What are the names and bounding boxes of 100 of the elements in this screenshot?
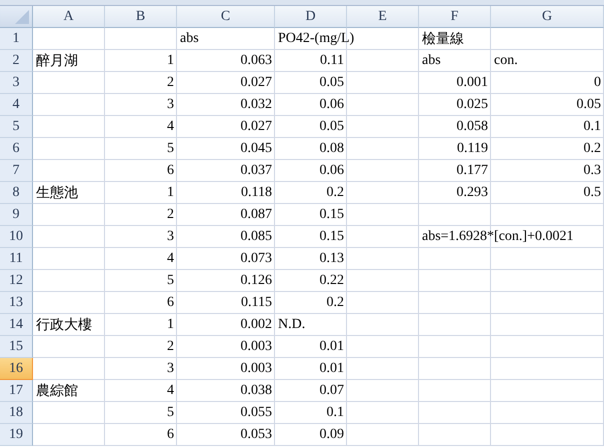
table-cell: 0.085: [240, 229, 272, 245]
table-cell: 0.06: [320, 97, 344, 113]
table-cell: 0.1: [584, 119, 601, 135]
column-header[interactable]: A: [33, 6, 105, 28]
table-cell: 0.032: [240, 97, 272, 113]
column-header[interactable]: F: [419, 6, 491, 28]
table-cell: con.: [494, 53, 518, 69]
row-header[interactable]: 10: [0, 226, 33, 248]
table-cell: 5: [167, 141, 174, 157]
select-all-button[interactable]: [0, 6, 33, 28]
row-header[interactable]: 12: [0, 270, 33, 292]
table-cell: 3: [167, 361, 174, 377]
row-header[interactable]: 16: [0, 358, 33, 380]
table-cell: 0.5: [584, 185, 601, 201]
table-cell: 0.08: [320, 141, 344, 157]
table-cell: 0.003: [240, 339, 272, 355]
row-header[interactable]: 3: [0, 72, 33, 94]
table-cell-text: 行政大樓: [36, 316, 92, 334]
table-cell: 醉月湖: [36, 52, 78, 70]
row-header[interactable]: 19: [0, 424, 33, 446]
table-cell: 2: [167, 339, 174, 355]
table-cell: abs: [180, 31, 199, 47]
column-header[interactable]: B: [105, 6, 177, 28]
column-header[interactable]: C: [177, 6, 275, 28]
row-header[interactable]: 5: [0, 116, 33, 138]
table-cell-text: 生態池: [36, 184, 78, 202]
table-cell: 1: [167, 53, 174, 69]
table-cell: 3: [167, 97, 174, 113]
table-cell: 0.055: [240, 405, 272, 421]
table-cell: 0.05: [576, 97, 601, 113]
column-header[interactable]: D: [275, 6, 347, 28]
table-cell: 0.2: [326, 185, 344, 201]
table-cell: 0.1: [326, 405, 344, 421]
table-cell: 0.01: [320, 361, 344, 377]
row-header[interactable]: 7: [0, 160, 33, 182]
row-header[interactable]: 18: [0, 402, 33, 424]
table-cell: 0.126: [240, 273, 272, 289]
table-cell: 0.3: [584, 163, 601, 179]
table-cell: 6: [167, 427, 174, 443]
table-cell: 1: [167, 317, 174, 333]
table-cell: 0.002: [240, 317, 272, 333]
table-cell: 0.118: [241, 185, 272, 201]
table-cell: 3: [167, 229, 174, 245]
row-header[interactable]: 14: [0, 314, 33, 336]
row-header[interactable]: 6: [0, 138, 33, 160]
row-header[interactable]: 8: [0, 182, 33, 204]
row-header[interactable]: 17: [0, 380, 33, 402]
table-cell: 4: [167, 251, 174, 267]
table-cell: 6: [167, 163, 174, 179]
table-cell: 0.13: [320, 251, 344, 267]
table-cell: 0.053: [240, 427, 272, 443]
table-cell: 0.058: [456, 119, 488, 135]
row-header[interactable]: 2: [0, 50, 33, 72]
row-header[interactable]: 9: [0, 204, 33, 226]
table-cell: 0.09: [320, 427, 344, 443]
row-header[interactable]: 4: [0, 94, 33, 116]
table-cell: 0.177: [456, 163, 488, 179]
table-cell: 0.05: [320, 75, 344, 91]
table-cell: 4: [167, 119, 174, 135]
table-cell: 0.063: [240, 53, 272, 69]
table-cell: 0.2: [584, 141, 601, 157]
table-cell: 0.038: [240, 383, 272, 399]
table-cell: 0.003: [240, 361, 272, 377]
table-cell: 0.07: [320, 383, 344, 399]
column-header[interactable]: E: [347, 6, 419, 28]
table-cell: abs=1.6928*[con.]+0.0021: [422, 229, 574, 245]
column-header[interactable]: G: [491, 6, 604, 28]
row-header[interactable]: 13: [0, 292, 33, 314]
table-cell: 0.119: [457, 141, 488, 157]
table-cell: N.D.: [278, 317, 306, 333]
table-cell: 0.2: [326, 295, 344, 311]
row-header[interactable]: 1: [0, 28, 33, 50]
table-cell: PO42-(mg/L): [278, 31, 354, 47]
table-cell: 0.15: [320, 229, 344, 245]
table-cell: 0.22: [320, 273, 344, 289]
table-cell: 0.293: [456, 185, 488, 201]
table-cell: 5: [167, 405, 174, 421]
table-cell: 0.025: [456, 97, 488, 113]
table-cell: 0: [594, 75, 601, 91]
table-cell: 0.087: [240, 207, 272, 223]
corner-triangle-icon: [15, 10, 29, 24]
table-cell: 4: [167, 383, 174, 399]
row-header[interactable]: 11: [0, 248, 33, 270]
table-cell: 0.073: [240, 251, 272, 267]
table-cell: abs: [422, 53, 441, 69]
table-cell: 0.01: [320, 339, 344, 355]
table-cell: 0.001: [456, 75, 488, 91]
table-cell: 0.037: [240, 163, 272, 179]
table-cell: 0.05: [320, 119, 344, 135]
row-header[interactable]: 15: [0, 336, 33, 358]
table-cell: 0.06: [320, 163, 344, 179]
table-cell: 0.027: [240, 75, 272, 91]
table-cell: 1: [167, 185, 174, 201]
table-cell: 2: [167, 75, 174, 91]
table-cell: 2: [167, 207, 174, 223]
table-cell: 0.115: [241, 295, 272, 311]
table-cell: 5: [167, 273, 174, 289]
table-cell: 6: [167, 295, 174, 311]
table-cell-text: 檢量線: [422, 30, 464, 48]
table-cell: 0.045: [240, 141, 272, 157]
